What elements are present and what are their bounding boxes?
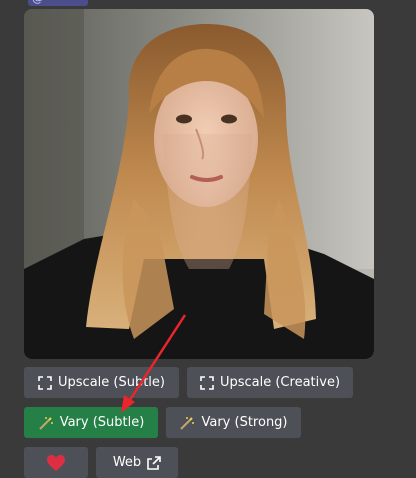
user-mention-chip[interactable]: @ — [28, 0, 88, 6]
vary-subtle-label: Vary (Subtle) — [59, 415, 145, 430]
vary-subtle-button[interactable]: Vary (Subtle) — [24, 407, 158, 438]
heart-icon — [46, 454, 66, 472]
web-label: Web — [112, 455, 142, 470]
web-button[interactable]: Web — [96, 447, 178, 478]
upscale-creative-label: Upscale (Creative) — [219, 375, 341, 390]
vary-strong-button[interactable]: Vary (Strong) — [166, 407, 301, 438]
magic-wand-icon — [179, 415, 195, 431]
upscale-creative-button[interactable]: Upscale (Creative) — [187, 367, 353, 398]
user-mention-text: @ — [32, 0, 43, 5]
magic-wand-icon — [38, 415, 54, 431]
vary-strong-label: Vary (Strong) — [201, 415, 288, 430]
expand-icon — [200, 375, 214, 390]
generated-image[interactable] — [24, 9, 374, 359]
upscale-subtle-label: Upscale (Subtle) — [58, 375, 165, 390]
favorite-button[interactable] — [24, 447, 88, 478]
upscale-subtle-button[interactable]: Upscale (Subtle) — [24, 367, 179, 398]
external-link-icon — [147, 455, 161, 470]
portrait-image — [24, 9, 374, 359]
expand-icon — [38, 375, 52, 390]
